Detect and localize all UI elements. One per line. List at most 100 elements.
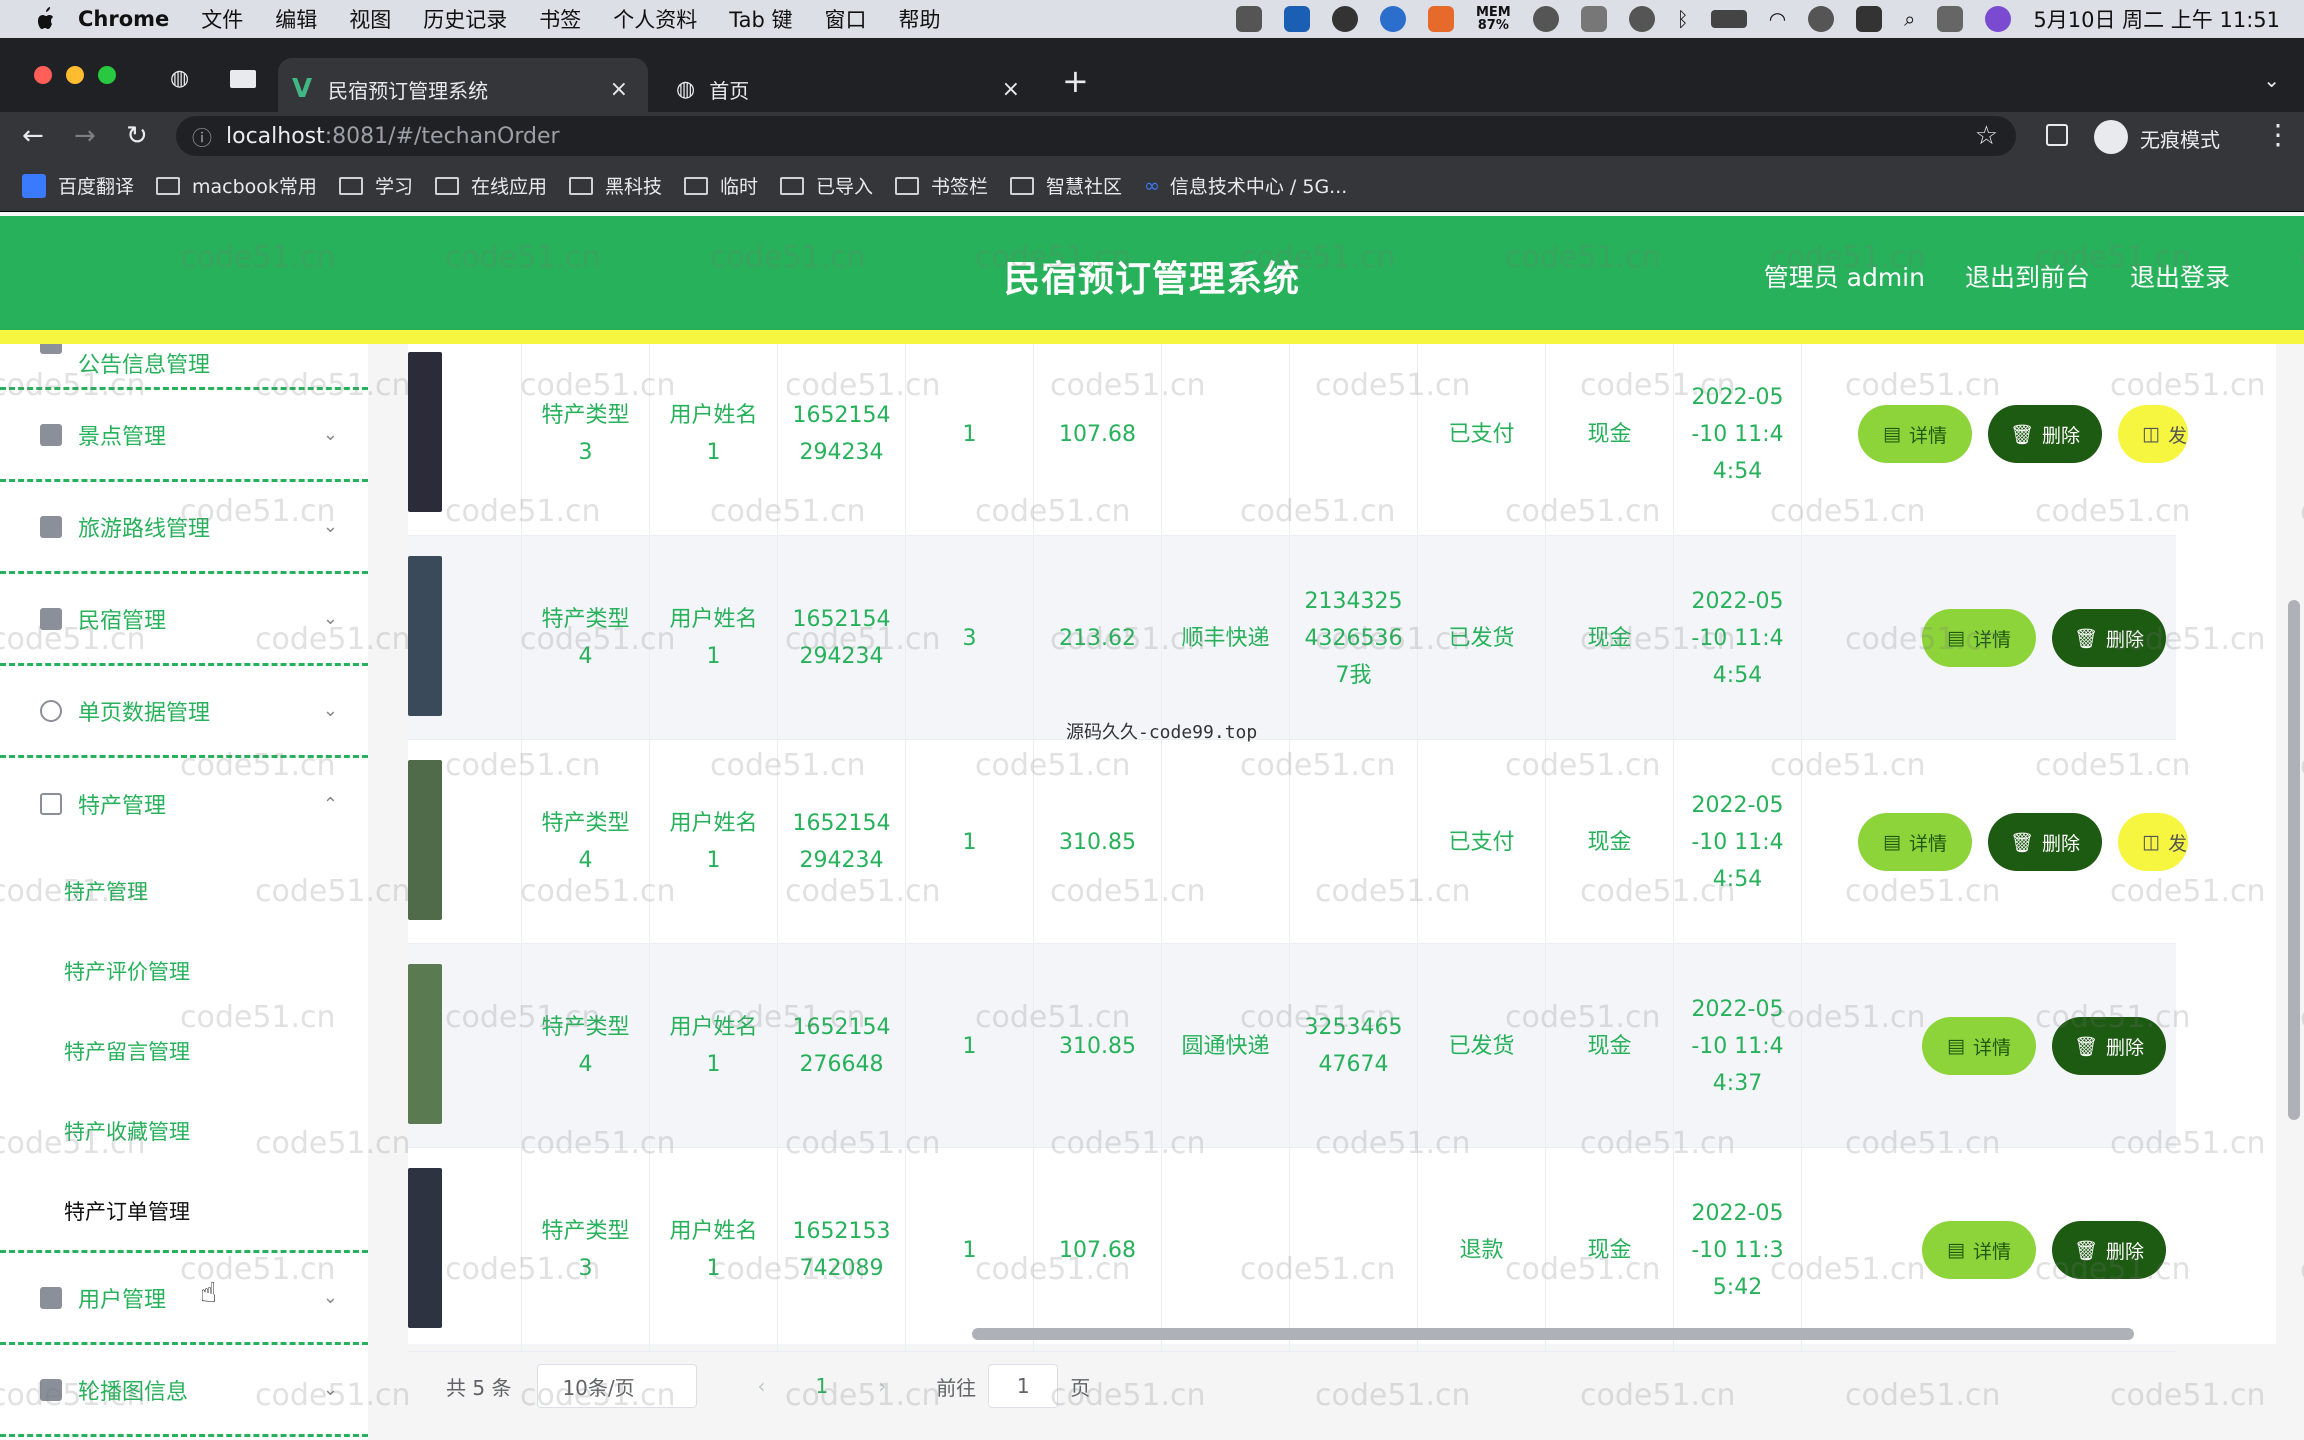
bell-icon[interactable] [1331, 6, 1358, 32]
stop-icon[interactable] [1235, 6, 1262, 32]
menu-file[interactable]: 文件 [201, 4, 243, 34]
mem-indicator[interactable]: MEM 87% [1476, 6, 1511, 32]
sidebar-item-page-data[interactable]: 单页数据管理 ⌄ [0, 666, 368, 758]
more-menu-icon[interactable]: ⋮ [2264, 118, 2292, 151]
app-menu-chrome[interactable]: Chrome [78, 7, 169, 31]
delete-button[interactable]: 🗑 删除 [2052, 609, 2166, 667]
tab-active[interactable]: V 民宿预订管理系统 × [278, 58, 648, 120]
detail-button[interactable]: ▤ 详情 [1858, 813, 1972, 871]
detail-button[interactable]: ▤ 详情 [1922, 609, 2036, 667]
chat-icon[interactable] [1379, 6, 1406, 32]
tab-preview-icon[interactable] [230, 70, 256, 88]
product-thumbnail[interactable] [408, 556, 442, 716]
submenu-specialty-favorite[interactable]: 特产收藏管理 [64, 1116, 190, 1146]
bookmark-item[interactable]: 百度翻译 [22, 172, 134, 199]
delete-button[interactable]: 🗑 删除 [1988, 813, 2102, 871]
new-tab-icon[interactable]: + [1062, 62, 1089, 100]
control-center-icon[interactable] [1937, 6, 1964, 32]
table-horizontal-scrollbar[interactable] [972, 1328, 2134, 1340]
product-thumbnail[interactable] [408, 760, 442, 920]
product-thumbnail[interactable] [408, 1168, 442, 1328]
game-icon[interactable] [1427, 6, 1454, 32]
apple-icon[interactable] [32, 6, 58, 32]
menu-help[interactable]: 帮助 [899, 4, 941, 34]
delete-button[interactable]: 🗑 删除 [2052, 1017, 2166, 1075]
current-page[interactable]: 1 [815, 1374, 828, 1398]
ship-button[interactable]: ◫ 发 [2118, 813, 2188, 871]
sidebar-item-homestay[interactable]: 民宿管理 ⌄ [0, 574, 368, 666]
bookmark-item[interactable]: 临时 [683, 172, 758, 199]
incognito-avatar[interactable] [2094, 120, 2128, 154]
menu-profile[interactable]: 个人资料 [613, 4, 697, 34]
bookmark-item[interactable]: 黑科技 [568, 172, 662, 199]
exit-to-front-link[interactable]: 退出到前台 [1965, 258, 2090, 294]
incognito-label[interactable]: 无痕模式 [2140, 124, 2220, 153]
cell-qty-text: 1 [962, 421, 977, 447]
back-icon[interactable]: ← [22, 121, 44, 151]
address-bar[interactable]: ⓘ localhost:8081/#/techanOrder ☆ [176, 116, 2016, 156]
tab-search-chevron-icon[interactable]: ⌄ [2263, 68, 2280, 92]
close-tab-icon[interactable]: × [610, 77, 628, 102]
bookmark-item[interactable]: 在线应用 [434, 172, 547, 199]
bookmark-item[interactable]: macbook常用 [156, 172, 317, 199]
submenu-specialty-message[interactable]: 特产留言管理 [64, 1036, 190, 1066]
bookmark-item[interactable]: 学习 [338, 172, 413, 199]
detail-button[interactable]: ▤ 详情 [1922, 1221, 2036, 1279]
delete-button[interactable]: 🗑 删除 [2052, 1221, 2166, 1279]
battery-icon[interactable] [1710, 10, 1747, 28]
prev-page-icon[interactable]: ‹ [757, 1374, 765, 1398]
forward-icon[interactable]: → [74, 121, 96, 151]
ship-button[interactable]: ◫ 发 [2118, 405, 2188, 463]
sidebar-item-carousel[interactable]: 轮播图信息 ⌄ [0, 1345, 368, 1437]
clock[interactable]: 5月10日 周二 上午 11:51 [2033, 4, 2280, 34]
globe-icon[interactable]: ◍ [170, 66, 189, 91]
detail-button[interactable]: ▤ 详情 [1922, 1017, 2036, 1075]
bookmark-item[interactable]: 智慧社区 [1010, 172, 1122, 199]
sidebar-item-scenic[interactable]: 景点管理 ⌄ [0, 390, 368, 482]
reload-icon[interactable]: ↻ [126, 121, 148, 151]
close-tab-icon[interactable]: × [1002, 77, 1020, 102]
page-vertical-scrollbar[interactable] [2288, 600, 2300, 1120]
logout-link[interactable]: 退出登录 [2130, 258, 2230, 294]
menu-bookmarks[interactable]: 书签 [539, 4, 581, 34]
tab-home[interactable]: ◍ 首页 × [660, 58, 1040, 120]
info-icon[interactable] [1532, 6, 1559, 32]
sidebar-item-users[interactable]: 用户管理 ⌄ [0, 1253, 368, 1345]
sidepanel-icon[interactable] [2046, 124, 2068, 146]
delete-button[interactable]: 🗑 删除 [1988, 405, 2102, 463]
xcode-icon[interactable] [1628, 6, 1655, 32]
word-icon[interactable] [1283, 6, 1310, 32]
sidebar-item-specialty[interactable]: 特产管理 ⌃ [0, 758, 368, 850]
minimize-window-icon[interactable] [66, 66, 84, 84]
detail-button[interactable]: ▤ 详情 [1858, 405, 1972, 463]
submenu-specialty-order[interactable]: 特产订单管理 [64, 1196, 190, 1226]
menu-history[interactable]: 历史记录 [423, 4, 507, 34]
menu-view[interactable]: 视图 [349, 4, 391, 34]
maximize-window-icon[interactable] [98, 66, 116, 84]
sidebar-item-notice[interactable]: 公告信息管理 [0, 344, 368, 390]
wifi-icon[interactable]: ◠ [1769, 7, 1786, 31]
window-icon[interactable] [1580, 6, 1607, 32]
user-icon[interactable] [1808, 6, 1835, 32]
product-thumbnail[interactable] [408, 964, 442, 1124]
submenu-specialty[interactable]: 特产管理 [64, 876, 148, 906]
next-page-icon[interactable]: › [878, 1374, 886, 1398]
menu-window[interactable]: 窗口 [825, 4, 867, 34]
close-window-icon[interactable] [34, 66, 52, 84]
goto-page-input[interactable]: 1 [988, 1364, 1059, 1408]
menu-edit[interactable]: 编辑 [275, 4, 317, 34]
search-icon[interactable]: ⌕ [1904, 7, 1915, 31]
bookmark-star-icon[interactable]: ☆ [1975, 121, 1998, 151]
bookmark-item[interactable]: 书签栏 [895, 172, 988, 199]
menu-tab[interactable]: Tab 键 [729, 4, 792, 34]
info-icon[interactable]: ⓘ [192, 122, 212, 151]
siri-icon[interactable] [1985, 6, 2012, 32]
bookmark-item[interactable]: ∞ 信息技术中心 / 5G... [1144, 172, 1347, 199]
page-size-select[interactable]: 10条/页 [537, 1364, 698, 1408]
sidebar-item-route[interactable]: 旅游路线管理 ⌄ [0, 482, 368, 574]
submenu-specialty-review[interactable]: 特产评价管理 [64, 956, 190, 986]
bookmark-item[interactable]: 已导入 [780, 172, 873, 199]
product-thumbnail[interactable] [408, 352, 442, 512]
bluetooth-icon[interactable]: ᛒ [1677, 7, 1689, 31]
s-app-icon[interactable] [1856, 6, 1883, 32]
